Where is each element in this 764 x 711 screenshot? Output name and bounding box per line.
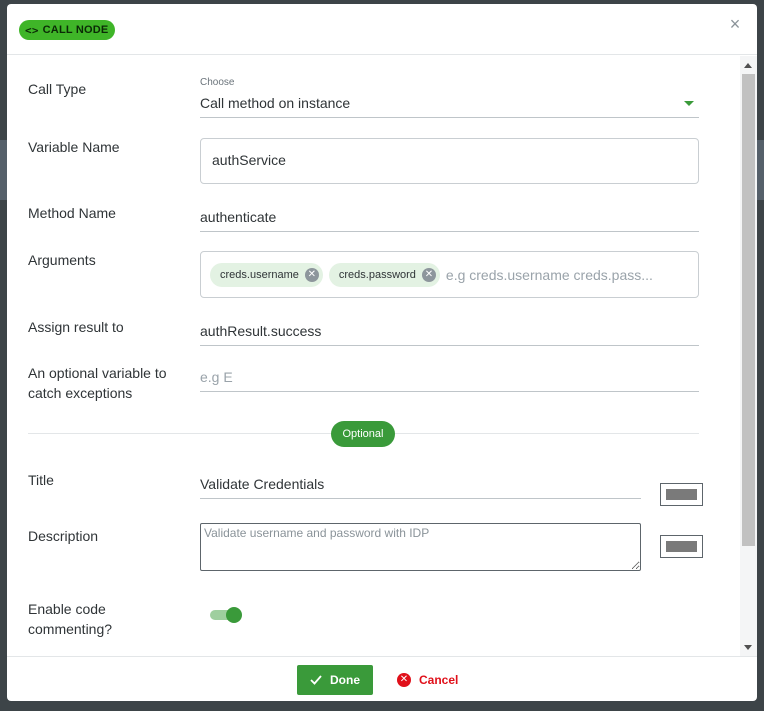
title-label: Title (28, 472, 54, 488)
call-type-caption: Choose (200, 77, 235, 88)
catch-variable-label: An optional variable to catch exceptions (28, 363, 167, 403)
optional-toggle-button[interactable]: Optional (331, 421, 395, 447)
call-type-value: Call method on instance (200, 95, 351, 111)
argument-chip-label: creds.username (220, 268, 299, 281)
description-textarea[interactable] (200, 523, 641, 571)
arguments-label: Arguments (28, 252, 96, 268)
scroll-down-arrow-icon[interactable] (744, 645, 752, 650)
title-value: Validate Credentials (200, 476, 325, 492)
done-button[interactable]: Done (297, 665, 373, 695)
description-label: Description (28, 528, 99, 544)
catch-variable-placeholder: e.g E (200, 369, 233, 385)
dialog-header: <> CALL NODE × (7, 4, 757, 55)
backdrop-panel-right (756, 140, 764, 200)
toggle-knob (226, 607, 242, 623)
variable-name-label: Variable Name (28, 139, 120, 155)
scroll-up-arrow-icon[interactable] (744, 63, 752, 68)
argument-chip-label: creds.password (338, 268, 416, 281)
code-commenting-label-line2: commenting? (28, 621, 113, 637)
code-commenting-label: Enable code commenting? (28, 599, 112, 639)
argument-chip[interactable]: creds.username ✕ (210, 262, 323, 287)
code-icon: <> (25, 23, 39, 37)
call-type-select[interactable]: Call method on instance (200, 94, 699, 118)
call-node-badge: <> CALL NODE (19, 20, 116, 40)
assign-result-label: Assign result to (28, 319, 124, 335)
catch-variable-input[interactable]: e.g E (200, 368, 699, 392)
code-commenting-toggle[interactable] (210, 606, 242, 624)
code-commenting-label-line1: Enable code (28, 601, 106, 617)
remove-chip-icon[interactable]: ✕ (421, 267, 436, 282)
method-name-label: Method Name (28, 205, 116, 221)
done-label: Done (330, 673, 360, 687)
title-input[interactable]: Validate Credentials (200, 475, 641, 499)
checkmark-icon (310, 675, 322, 685)
remove-chip-icon[interactable]: ✕ (304, 267, 319, 282)
badge-label: CALL NODE (42, 24, 109, 36)
dialog-body: Call Type Choose Call method on instance… (7, 56, 757, 656)
vertical-scrollbar[interactable] (740, 56, 757, 656)
assign-result-input[interactable]: authResult.success (200, 322, 699, 346)
variable-name-value: authService (212, 152, 286, 168)
catch-variable-label-line1: An optional variable to (28, 365, 167, 381)
catch-variable-label-line2: catch exceptions (28, 385, 133, 401)
method-name-value: authenticate (200, 209, 277, 225)
dropdown-arrow-icon[interactable] (684, 101, 694, 106)
cancel-circle-icon: ✕ (397, 673, 411, 687)
dialog-footer: Done ✕ Cancel (7, 656, 757, 701)
arguments-input[interactable]: creds.username ✕ creds.password ✕ e.g cr… (200, 251, 699, 298)
variable-name-input[interactable]: authService (200, 138, 699, 184)
close-icon[interactable]: × (727, 15, 743, 33)
description-color-swatch[interactable] (660, 535, 703, 558)
cancel-label: Cancel (419, 673, 459, 687)
argument-chip[interactable]: creds.password ✕ (328, 262, 440, 287)
arguments-placeholder: e.g creds.username creds.pass... (445, 266, 653, 283)
call-node-dialog: <> CALL NODE × Call Type Choose Call met… (7, 4, 757, 701)
method-name-input[interactable]: authenticate (200, 208, 699, 232)
title-color-swatch[interactable] (660, 483, 703, 506)
scrollbar-thumb[interactable] (742, 74, 755, 546)
call-type-label: Call Type (28, 81, 87, 97)
assign-result-value: authResult.success (200, 323, 322, 339)
cancel-button[interactable]: ✕ Cancel (397, 665, 458, 695)
